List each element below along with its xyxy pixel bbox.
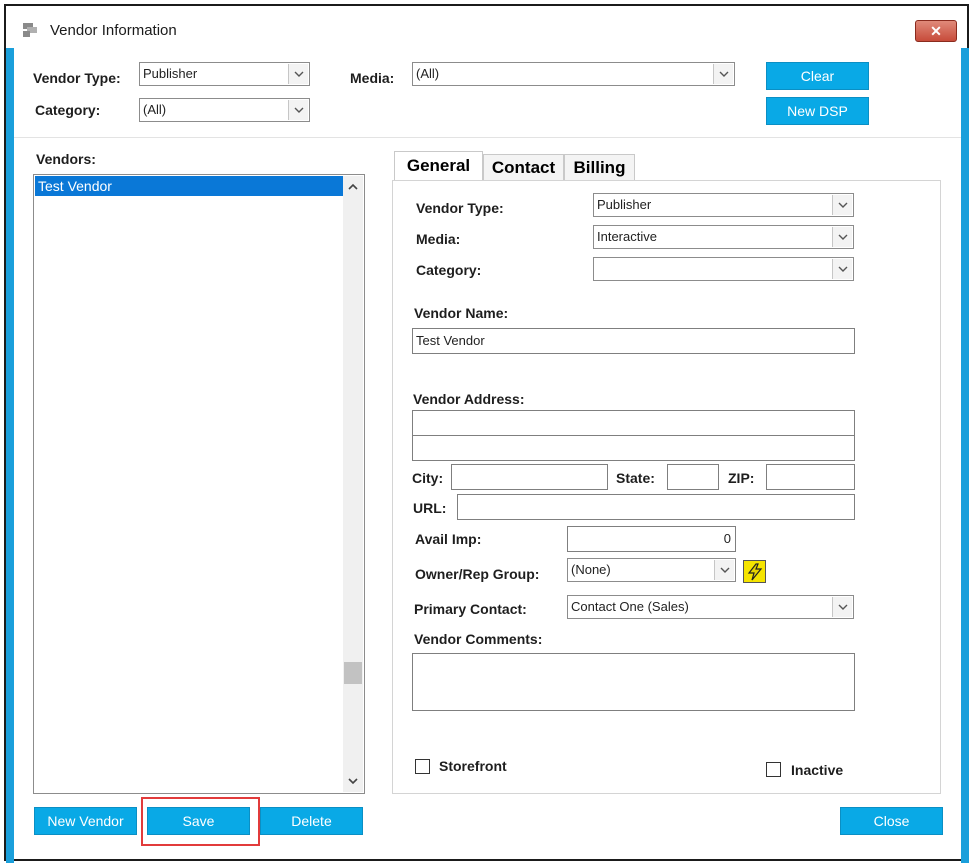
tab-contact[interactable]: Contact	[483, 154, 564, 182]
new-vendor-button[interactable]: New Vendor	[34, 807, 137, 835]
chevron-down-icon[interactable]	[288, 100, 308, 120]
title-bar: Vendor Information ✕	[10, 8, 965, 48]
url-input[interactable]	[457, 494, 855, 520]
vendor-name-input[interactable]: Test Vendor	[412, 328, 855, 354]
vendors-label: Vendors:	[36, 151, 96, 167]
tab-general[interactable]: General	[394, 151, 483, 181]
clear-button[interactable]: Clear	[766, 62, 869, 90]
avail-imp-label: Avail Imp:	[415, 531, 482, 547]
chevron-up-icon[interactable]	[348, 183, 358, 190]
avail-imp-input[interactable]: 0	[567, 526, 736, 552]
chevron-down-icon[interactable]	[288, 64, 308, 84]
primary-contact-value: Contact One (Sales)	[571, 599, 689, 614]
chevron-down-icon[interactable]	[714, 560, 734, 580]
tab-billing[interactable]: Billing	[564, 154, 635, 182]
divider	[14, 137, 961, 138]
chevron-down-icon[interactable]	[832, 259, 852, 279]
scrollbar-thumb[interactable]	[344, 662, 362, 684]
lightning-bolt-icon	[747, 562, 762, 580]
media-select[interactable]: Interactive	[593, 225, 854, 249]
lightning-button[interactable]	[743, 560, 766, 583]
filter-media-value: (All)	[416, 66, 440, 81]
chevron-down-icon[interactable]	[348, 778, 358, 785]
address-line1-input[interactable]	[412, 410, 855, 436]
vendor-comments-label: Vendor Comments:	[414, 631, 543, 647]
avail-imp-value: 0	[723, 531, 731, 546]
state-input[interactable]	[667, 464, 719, 490]
filter-category-select[interactable]: (All)	[139, 98, 310, 122]
delete-button[interactable]: Delete	[260, 807, 363, 835]
filter-vendor-type-label: Vendor Type:	[33, 70, 121, 86]
inactive-label: Inactive	[791, 762, 844, 778]
city-label: City:	[412, 470, 444, 486]
vendor-name-value: Test Vendor	[416, 333, 485, 348]
media-value: Interactive	[597, 229, 657, 244]
storefront-label: Storefront	[439, 758, 507, 774]
vendor-comments-textarea[interactable]	[412, 653, 855, 711]
category-label: Category:	[416, 262, 482, 278]
media-label: Media:	[416, 231, 461, 247]
owner-rep-group-label: Owner/Rep Group:	[415, 566, 540, 582]
save-button[interactable]: Save	[147, 807, 250, 835]
storefront-checkbox[interactable]	[415, 759, 430, 774]
url-label: URL:	[413, 500, 447, 516]
filter-media-label: Media:	[350, 70, 395, 86]
chevron-down-icon[interactable]	[713, 64, 733, 84]
close-icon: ✕	[930, 22, 942, 39]
vendors-scrollbar[interactable]	[343, 176, 363, 792]
vendor-type-value: Publisher	[597, 197, 652, 212]
close-window-button[interactable]: ✕	[915, 20, 957, 42]
primary-contact-select[interactable]: Contact One (Sales)	[567, 595, 854, 619]
owner-rep-group-value: (None)	[571, 562, 611, 577]
filter-category-value: (All)	[143, 102, 167, 117]
vendor-name-label: Vendor Name:	[414, 305, 509, 321]
close-button[interactable]: Close	[840, 807, 943, 835]
vendor-address-label: Vendor Address:	[413, 391, 525, 407]
filter-vendor-type-value: Publisher	[143, 66, 198, 81]
category-select[interactable]	[593, 257, 854, 281]
inactive-checkbox[interactable]	[766, 762, 781, 777]
vendors-listbox[interactable]: Test Vendor	[33, 174, 365, 794]
zip-label: ZIP:	[728, 470, 755, 486]
state-label: State:	[616, 470, 655, 486]
list-item-selected[interactable]: Test Vendor	[35, 176, 343, 196]
primary-contact-label: Primary Contact:	[414, 601, 527, 617]
list-item-label: Test Vendor	[38, 178, 112, 194]
filter-category-label: Category:	[35, 102, 101, 118]
chevron-down-icon[interactable]	[832, 597, 852, 617]
zip-input[interactable]	[766, 464, 855, 490]
chevron-down-icon[interactable]	[832, 195, 852, 215]
vendor-type-select[interactable]: Publisher	[593, 193, 854, 217]
window-right-edge	[961, 48, 969, 863]
chevron-down-icon[interactable]	[832, 227, 852, 247]
owner-rep-group-select[interactable]: (None)	[567, 558, 736, 582]
vendor-type-label: Vendor Type:	[416, 200, 504, 216]
new-dsp-button[interactable]: New DSP	[766, 97, 869, 125]
city-input[interactable]	[451, 464, 608, 490]
window-title: Vendor Information	[50, 22, 177, 39]
filter-vendor-type-select[interactable]: Publisher	[139, 62, 310, 86]
filter-media-select[interactable]: (All)	[412, 62, 735, 86]
app-icon	[23, 23, 37, 37]
window-left-edge	[6, 48, 14, 863]
address-line2-input[interactable]	[412, 435, 855, 461]
